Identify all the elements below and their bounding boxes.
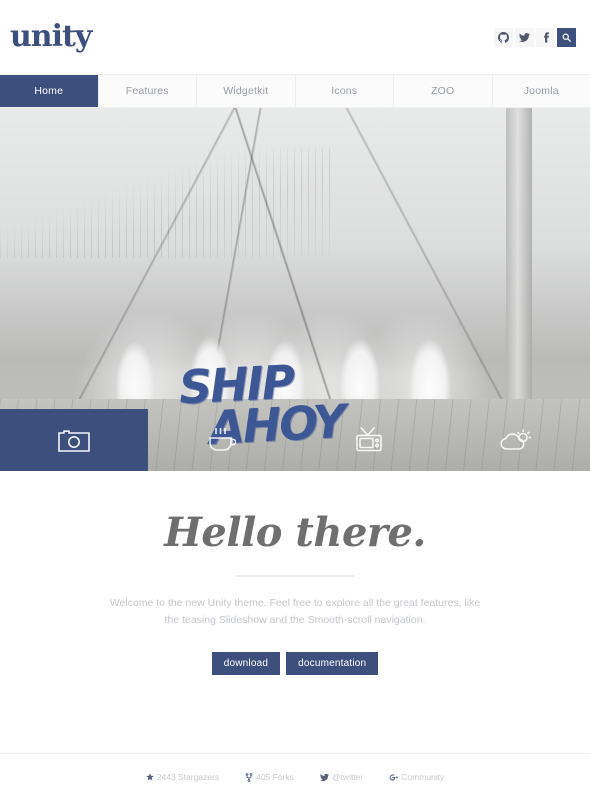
social-icon-group <box>494 27 576 47</box>
footer-stats-row: 2443 Stargazers 405 Forks @twitter Commu… <box>0 772 590 782</box>
slideshow-thumbnail-nav <box>0 409 590 471</box>
hero-mast-decoration <box>506 108 532 438</box>
cta-button-row: download documentation <box>0 651 590 675</box>
intro-section: Hello there. Welcome to the new Unity th… <box>0 471 590 675</box>
fork-icon <box>245 772 253 782</box>
hero-slideshow: SHIP AHOY <box>0 108 590 471</box>
github-icon[interactable] <box>494 27 513 47</box>
download-button[interactable]: download <box>211 651 281 675</box>
site-footer: 2443 Stargazers 405 Forks @twitter Commu… <box>0 753 590 800</box>
slide-nav-coffee[interactable] <box>148 409 296 471</box>
slide-nav-tv[interactable] <box>295 409 443 471</box>
footer-forks[interactable]: 405 Forks <box>245 772 294 782</box>
page-root: unity Home Features Widgetkit Icons ZOO … <box>0 0 590 800</box>
twitter-icon[interactable] <box>515 27 534 47</box>
intro-paragraph: Welcome to the new Unity theme. Feel fre… <box>109 597 481 627</box>
main-navigation: Home Features Widgetkit Icons ZOO Joomla <box>0 74 590 108</box>
slide-nav-camera[interactable] <box>0 409 148 471</box>
footer-community[interactable]: Community <box>389 772 444 782</box>
coffee-cup-icon <box>206 426 237 454</box>
footer-stargazers[interactable]: 2443 Stargazers <box>146 772 219 782</box>
footer-community-label: Community <box>401 772 445 782</box>
twitter-icon <box>319 773 329 782</box>
nav-item-home[interactable]: Home <box>0 75 99 107</box>
google-plus-icon <box>389 773 399 782</box>
cloud-sun-icon <box>499 427 533 453</box>
facebook-icon[interactable] <box>536 27 555 47</box>
documentation-button[interactable]: documentation <box>286 651 379 675</box>
star-icon <box>146 773 154 781</box>
nav-item-widgetkit[interactable]: Widgetkit <box>197 75 296 107</box>
page-title: Hello there. <box>164 509 426 556</box>
slide-nav-weather[interactable] <box>443 409 590 471</box>
footer-stargazers-label: 2443 Stargazers <box>156 772 220 782</box>
nav-item-joomla[interactable]: Joomla <box>492 75 590 107</box>
television-icon <box>354 426 384 454</box>
nav-item-icons[interactable]: Icons <box>295 75 394 107</box>
site-logo[interactable]: unity <box>10 22 92 52</box>
search-icon[interactable] <box>557 27 576 47</box>
footer-forks-label: 405 Forks <box>256 772 294 782</box>
section-divider <box>235 575 355 577</box>
footer-twitter[interactable]: @twitter <box>319 772 364 782</box>
site-header: unity <box>0 0 590 74</box>
camera-icon <box>57 427 91 453</box>
footer-twitter-label: @twitter <box>331 772 364 782</box>
nav-item-features[interactable]: Features <box>98 75 197 107</box>
nav-item-zoo[interactable]: ZOO <box>394 75 493 107</box>
